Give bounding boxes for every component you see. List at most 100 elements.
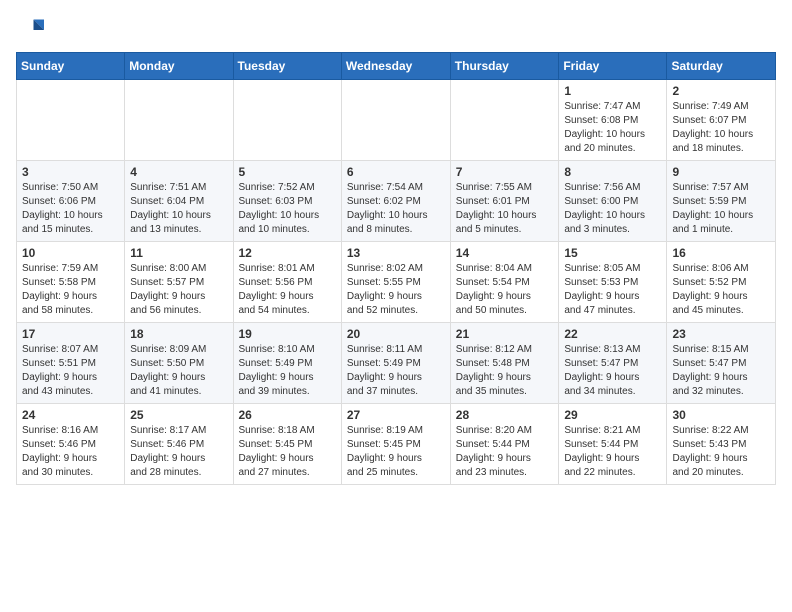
day-number: 7 [456, 165, 554, 179]
day-number: 23 [672, 327, 770, 341]
day-number: 3 [22, 165, 119, 179]
calendar-cell: 8 Sunrise: 7:56 AM Sunset: 6:00 PM Daylig… [559, 161, 667, 242]
day-info: Sunrise: 8:09 AM Sunset: 5:50 PM Dayligh… [130, 343, 227, 399]
day-number: 5 [239, 165, 336, 179]
weekday-header-sunday: Sunday [17, 53, 125, 80]
day-info: Sunrise: 8:00 AM Sunset: 5:57 PM Dayligh… [130, 262, 227, 318]
logo [16, 16, 48, 44]
calendar-cell: 28 Sunrise: 8:20 AM Sunset: 5:44 PM Dayli… [450, 404, 559, 485]
day-info: Sunrise: 7:55 AM Sunset: 6:01 PM Dayligh… [456, 181, 554, 237]
day-info: Sunrise: 8:02 AM Sunset: 5:55 PM Dayligh… [347, 262, 445, 318]
calendar-cell: 6Sunrise: 7:54 AM Sunset: 6:02 PM Daylig… [341, 161, 450, 242]
calendar-cell: 26Sunrise: 8:18 AM Sunset: 5:45 PM Dayli… [233, 404, 341, 485]
day-number: 8 [564, 165, 661, 179]
calendar-cell: 10Sunrise: 7:59 AM Sunset: 5:58 PM Dayli… [17, 242, 125, 323]
calendar-cell: 20 Sunrise: 8:11 AM Sunset: 5:49 PM Dayli… [341, 323, 450, 404]
calendar-cell: 7 Sunrise: 7:55 AM Sunset: 6:01 PM Daylig… [450, 161, 559, 242]
calendar-week-row: 17 Sunrise: 8:07 AM Sunset: 5:51 PM Dayli… [17, 323, 776, 404]
day-info: Sunrise: 8:01 AM Sunset: 5:56 PM Dayligh… [239, 262, 336, 318]
calendar-table: SundayMondayTuesdayWednesdayThursdayFrid… [16, 52, 776, 485]
calendar-cell: 19Sunrise: 8:10 AM Sunset: 5:49 PM Dayli… [233, 323, 341, 404]
calendar-cell [341, 80, 450, 161]
calendar-cell: 22Sunrise: 8:13 AM Sunset: 5:47 PM Dayli… [559, 323, 667, 404]
day-info: Sunrise: 8:21 AM Sunset: 5:44 PM Dayligh… [564, 424, 661, 480]
calendar-cell: 24 Sunrise: 8:16 AM Sunset: 5:46 PM Dayli… [17, 404, 125, 485]
calendar-cell: 23 Sunrise: 8:15 AM Sunset: 5:47 PM Dayli… [667, 323, 776, 404]
weekday-header-friday: Friday [559, 53, 667, 80]
calendar-cell: 2 Sunrise: 7:49 AM Sunset: 6:07 PM Daylig… [667, 80, 776, 161]
weekday-header-wednesday: Wednesday [341, 53, 450, 80]
day-number: 14 [456, 246, 554, 260]
day-number: 6 [347, 165, 445, 179]
day-info: Sunrise: 7:51 AM Sunset: 6:04 PM Dayligh… [130, 181, 227, 237]
calendar-cell [17, 80, 125, 161]
day-info: Sunrise: 8:15 AM Sunset: 5:47 PM Dayligh… [672, 343, 770, 399]
calendar-cell: 11 Sunrise: 8:00 AM Sunset: 5:57 PM Dayli… [125, 242, 233, 323]
calendar-week-row: 1 Sunrise: 7:47 AM Sunset: 6:08 PM Daylig… [17, 80, 776, 161]
day-info: Sunrise: 7:47 AM Sunset: 6:08 PM Dayligh… [564, 100, 661, 156]
day-info: Sunrise: 8:06 AM Sunset: 5:52 PM Dayligh… [672, 262, 770, 318]
weekday-header-monday: Monday [125, 53, 233, 80]
calendar-cell: 16 Sunrise: 8:06 AM Sunset: 5:52 PM Dayli… [667, 242, 776, 323]
day-number: 16 [672, 246, 770, 260]
calendar-cell: 1 Sunrise: 7:47 AM Sunset: 6:08 PM Daylig… [559, 80, 667, 161]
day-number: 26 [239, 408, 336, 422]
day-info: Sunrise: 8:04 AM Sunset: 5:54 PM Dayligh… [456, 262, 554, 318]
day-info: Sunrise: 7:52 AM Sunset: 6:03 PM Dayligh… [239, 181, 336, 237]
page-header [16, 16, 776, 44]
day-number: 9 [672, 165, 770, 179]
day-number: 11 [130, 246, 227, 260]
day-number: 28 [456, 408, 554, 422]
day-info: Sunrise: 7:56 AM Sunset: 6:00 PM Dayligh… [564, 181, 661, 237]
calendar-cell: 18 Sunrise: 8:09 AM Sunset: 5:50 PM Dayli… [125, 323, 233, 404]
day-info: Sunrise: 8:05 AM Sunset: 5:53 PM Dayligh… [564, 262, 661, 318]
calendar-cell: 25Sunrise: 8:17 AM Sunset: 5:46 PM Dayli… [125, 404, 233, 485]
day-number: 2 [672, 84, 770, 98]
day-number: 17 [22, 327, 119, 341]
calendar-cell: 17 Sunrise: 8:07 AM Sunset: 5:51 PM Dayli… [17, 323, 125, 404]
calendar-cell [233, 80, 341, 161]
calendar-cell: 27 Sunrise: 8:19 AM Sunset: 5:45 PM Dayli… [341, 404, 450, 485]
logo-icon [16, 16, 44, 44]
weekday-header-tuesday: Tuesday [233, 53, 341, 80]
day-number: 25 [130, 408, 227, 422]
day-number: 24 [22, 408, 119, 422]
day-info: Sunrise: 8:16 AM Sunset: 5:46 PM Dayligh… [22, 424, 119, 480]
calendar-cell [450, 80, 559, 161]
weekday-header-saturday: Saturday [667, 53, 776, 80]
day-number: 29 [564, 408, 661, 422]
calendar-week-row: 3 Sunrise: 7:50 AM Sunset: 6:06 PM Daylig… [17, 161, 776, 242]
day-info: Sunrise: 8:20 AM Sunset: 5:44 PM Dayligh… [456, 424, 554, 480]
day-number: 20 [347, 327, 445, 341]
day-info: Sunrise: 8:13 AM Sunset: 5:47 PM Dayligh… [564, 343, 661, 399]
day-info: Sunrise: 8:11 AM Sunset: 5:49 PM Dayligh… [347, 343, 445, 399]
calendar-cell: 30 Sunrise: 8:22 AM Sunset: 5:43 PM Dayli… [667, 404, 776, 485]
day-number: 18 [130, 327, 227, 341]
calendar-week-row: 24 Sunrise: 8:16 AM Sunset: 5:46 PM Dayli… [17, 404, 776, 485]
calendar-cell: 3 Sunrise: 7:50 AM Sunset: 6:06 PM Daylig… [17, 161, 125, 242]
calendar-cell: 21 Sunrise: 8:12 AM Sunset: 5:48 PM Dayli… [450, 323, 559, 404]
day-number: 1 [564, 84, 661, 98]
day-number: 27 [347, 408, 445, 422]
day-info: Sunrise: 8:07 AM Sunset: 5:51 PM Dayligh… [22, 343, 119, 399]
day-info: Sunrise: 8:12 AM Sunset: 5:48 PM Dayligh… [456, 343, 554, 399]
day-info: Sunrise: 8:19 AM Sunset: 5:45 PM Dayligh… [347, 424, 445, 480]
calendar-cell [125, 80, 233, 161]
calendar-cell: 9Sunrise: 7:57 AM Sunset: 5:59 PM Daylig… [667, 161, 776, 242]
calendar-cell: 5 Sunrise: 7:52 AM Sunset: 6:03 PM Daylig… [233, 161, 341, 242]
day-info: Sunrise: 7:59 AM Sunset: 5:58 PM Dayligh… [22, 262, 119, 318]
day-info: Sunrise: 7:49 AM Sunset: 6:07 PM Dayligh… [672, 100, 770, 156]
day-number: 4 [130, 165, 227, 179]
day-number: 12 [239, 246, 336, 260]
day-info: Sunrise: 8:22 AM Sunset: 5:43 PM Dayligh… [672, 424, 770, 480]
day-number: 19 [239, 327, 336, 341]
day-number: 21 [456, 327, 554, 341]
calendar-cell: 15 Sunrise: 8:05 AM Sunset: 5:53 PM Dayli… [559, 242, 667, 323]
calendar-cell: 12 Sunrise: 8:01 AM Sunset: 5:56 PM Dayli… [233, 242, 341, 323]
calendar-cell: 29 Sunrise: 8:21 AM Sunset: 5:44 PM Dayli… [559, 404, 667, 485]
day-number: 15 [564, 246, 661, 260]
day-info: Sunrise: 7:50 AM Sunset: 6:06 PM Dayligh… [22, 181, 119, 237]
day-number: 30 [672, 408, 770, 422]
calendar-cell: 13 Sunrise: 8:02 AM Sunset: 5:55 PM Dayli… [341, 242, 450, 323]
day-number: 13 [347, 246, 445, 260]
